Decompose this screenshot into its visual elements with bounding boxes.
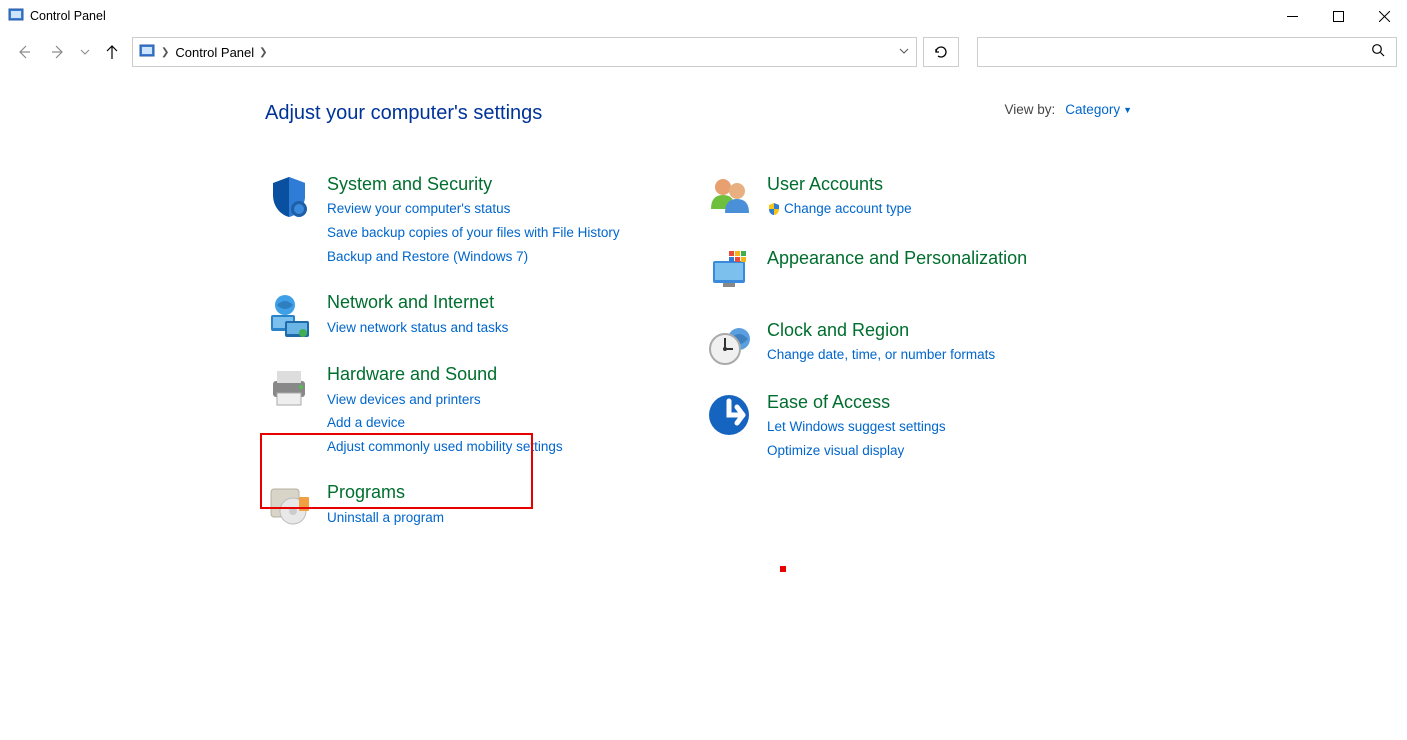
shield-icon[interactable] xyxy=(265,173,313,221)
view-by: View by: Category ▼ xyxy=(1005,102,1132,117)
appearance-icon[interactable] xyxy=(705,247,753,295)
minimize-button[interactable] xyxy=(1269,0,1315,32)
search-box[interactable] xyxy=(977,37,1397,67)
address-bar[interactable]: ❯ Control Panel ❯ xyxy=(132,37,917,67)
maximize-button[interactable] xyxy=(1315,0,1361,32)
left-column: System and Security Review your computer… xyxy=(265,173,665,553)
clock-icon[interactable] xyxy=(705,319,753,367)
right-column: User Accounts Change account type xyxy=(705,173,1085,553)
window-controls xyxy=(1269,0,1407,32)
printer-icon[interactable] xyxy=(265,363,313,411)
category-link[interactable]: Uninstall a program xyxy=(327,507,444,529)
category-link[interactable]: Optimize visual display xyxy=(767,440,946,462)
category-appearance: Appearance and Personalization xyxy=(705,247,1085,295)
app-icon xyxy=(8,7,24,26)
category-user-accounts: User Accounts Change account type xyxy=(705,173,1085,223)
category-title[interactable]: Programs xyxy=(327,481,444,504)
category-hardware-sound: Hardware and Sound View devices and prin… xyxy=(265,363,665,457)
ease-of-access-icon[interactable] xyxy=(705,391,753,439)
caret-down-icon: ▼ xyxy=(1123,105,1132,115)
titlebar: Control Panel xyxy=(0,0,1407,32)
category-network: Network and Internet View network status… xyxy=(265,291,665,339)
category-link[interactable]: Adjust commonly used mobility settings xyxy=(327,436,563,458)
viewby-dropdown[interactable]: Category ▼ xyxy=(1065,102,1132,117)
network-icon[interactable] xyxy=(265,291,313,339)
category-columns: System and Security Review your computer… xyxy=(265,173,1407,553)
uac-shield-icon xyxy=(767,201,781,223)
category-link[interactable]: Save backup copies of your files with Fi… xyxy=(327,222,620,244)
category-title[interactable]: Hardware and Sound xyxy=(327,363,563,386)
up-button[interactable] xyxy=(98,38,126,66)
search-input[interactable] xyxy=(988,45,1371,60)
search-icon xyxy=(1371,43,1386,61)
page-heading: Adjust your computer's settings xyxy=(265,102,1407,125)
category-link[interactable]: Add a device xyxy=(327,412,563,434)
close-button[interactable] xyxy=(1361,0,1407,32)
annotation-dot xyxy=(780,566,786,572)
category-link[interactable]: Change date, time, or number formats xyxy=(767,344,995,366)
user-accounts-icon[interactable] xyxy=(705,173,753,221)
address-icon xyxy=(139,43,155,62)
programs-icon[interactable] xyxy=(265,481,313,529)
titlebar-left: Control Panel xyxy=(8,7,106,26)
viewby-label: View by: xyxy=(1005,102,1056,117)
content: Adjust your computer's settings View by:… xyxy=(0,72,1407,553)
breadcrumb: Control Panel ❯ xyxy=(175,45,892,60)
breadcrumb-sep: ❯ xyxy=(161,47,169,58)
back-button[interactable] xyxy=(10,38,38,66)
refresh-button[interactable] xyxy=(923,37,959,67)
category-title[interactable]: Appearance and Personalization xyxy=(767,247,1027,270)
category-link[interactable]: Review your computer's status xyxy=(327,198,620,220)
category-title[interactable]: System and Security xyxy=(327,173,620,196)
breadcrumb-sep: ❯ xyxy=(259,47,267,58)
viewby-value-text: Category xyxy=(1065,102,1120,117)
category-link[interactable]: View devices and printers xyxy=(327,389,563,411)
category-system-security: System and Security Review your computer… xyxy=(265,173,665,267)
forward-button[interactable] xyxy=(44,38,72,66)
category-link[interactable]: Let Windows suggest settings xyxy=(767,416,946,438)
address-dropdown[interactable] xyxy=(898,45,910,60)
navbar: ❯ Control Panel ❯ xyxy=(0,32,1407,72)
breadcrumb-root[interactable]: Control Panel xyxy=(175,45,254,60)
category-ease-of-access: Ease of Access Let Windows suggest setti… xyxy=(705,391,1085,462)
category-link-text: Change account type xyxy=(784,201,912,216)
category-title[interactable]: Network and Internet xyxy=(327,291,508,314)
category-title[interactable]: User Accounts xyxy=(767,173,912,196)
category-programs: Programs Uninstall a program xyxy=(265,481,665,529)
window-title: Control Panel xyxy=(30,9,106,23)
category-title[interactable]: Clock and Region xyxy=(767,319,995,342)
category-link[interactable]: Backup and Restore (Windows 7) xyxy=(327,246,620,268)
category-link[interactable]: View network status and tasks xyxy=(327,317,508,339)
category-clock-region: Clock and Region Change date, time, or n… xyxy=(705,319,1085,367)
recent-dropdown[interactable] xyxy=(78,38,92,66)
category-link[interactable]: Change account type xyxy=(767,198,912,223)
category-title[interactable]: Ease of Access xyxy=(767,391,946,414)
